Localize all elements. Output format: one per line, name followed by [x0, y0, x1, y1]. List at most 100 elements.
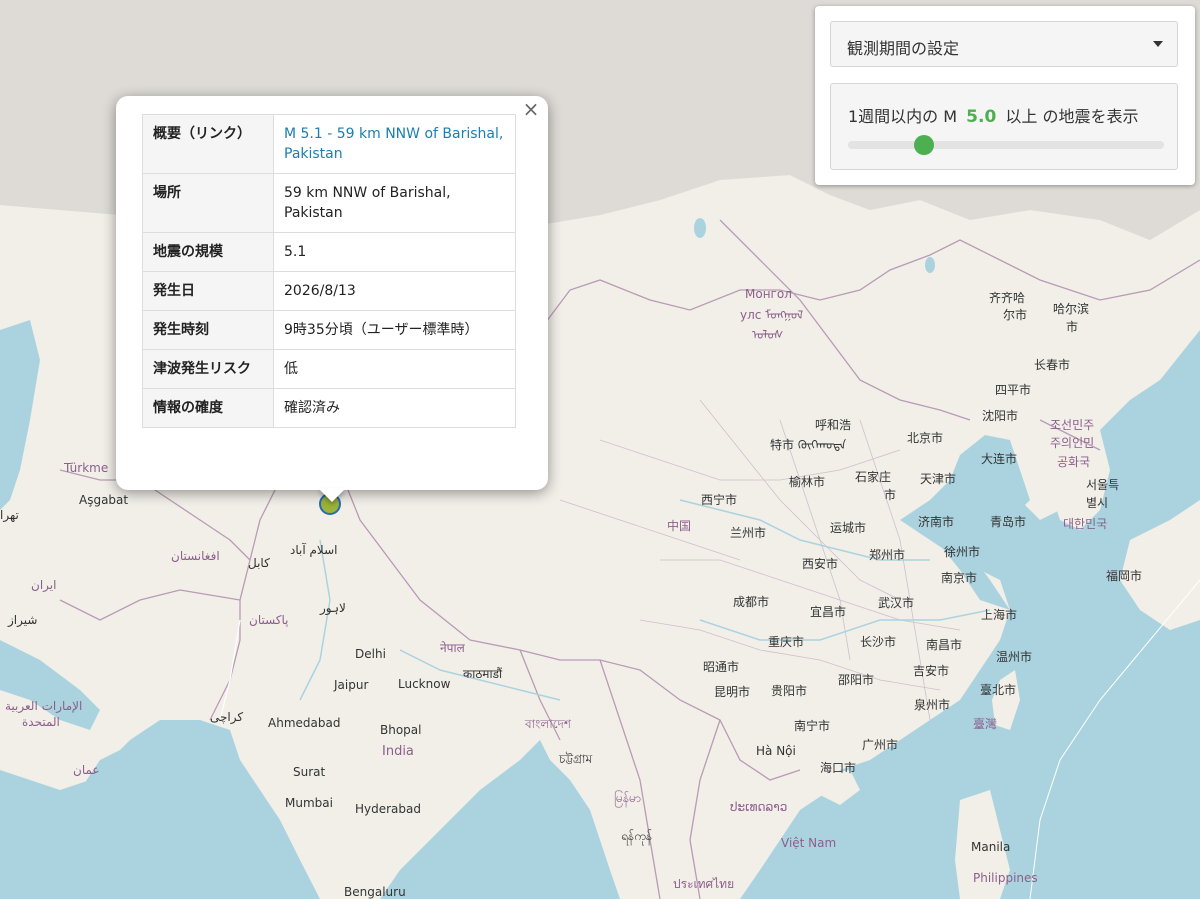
label-changchun: 长春市	[1034, 358, 1071, 372]
label-guiyang: 贵阳市	[771, 684, 808, 698]
label-bengaluru: Bengaluru	[344, 885, 406, 899]
label-mumbai: Mumbai	[285, 796, 333, 810]
label-mongolia: Монгол	[745, 287, 792, 301]
info-key: 概要（リンク）	[142, 114, 274, 174]
label-korea: 대한민국	[1063, 517, 1108, 531]
label-india: India	[382, 744, 414, 759]
label-hohhot: 呼和浩	[815, 418, 852, 432]
label-chittagong: চট্টগ্রাম	[559, 752, 593, 766]
label-shiraz: شیراز	[8, 613, 38, 627]
label-nanjing: 南京市	[941, 571, 978, 585]
label-hyderabad: Hyderabad	[355, 802, 421, 816]
label-lahore: لاہور	[320, 601, 346, 615]
info-row: 発生時刻 9時35分頃（ユーザー標準時）	[142, 310, 516, 350]
label-taipei: 臺北市	[980, 683, 1017, 697]
label-xining: 西宁市	[701, 493, 738, 507]
info-row: 概要（リンク） M 5.1 - 59 km NNW of Barishal, Pa…	[142, 114, 516, 174]
label-chongqing: 重庆市	[768, 635, 805, 649]
label-kathmandu: काठमाडौं	[463, 667, 503, 681]
label-siping: 四平市	[995, 383, 1032, 397]
info-key: 津波発生リスク	[142, 349, 274, 389]
label-nk-2: 주의인민	[1050, 436, 1095, 450]
label-delhi: Delhi	[355, 647, 386, 661]
label-qingdao: 青岛市	[990, 515, 1027, 529]
label-chengdu: 成都市	[733, 595, 770, 609]
label-mongolia-3: ᠤᠯᠤᠰ	[752, 328, 784, 342]
info-value: 2026/8/13	[273, 271, 516, 311]
label-turkmenistan: Türkme	[64, 461, 109, 475]
label-ahmedabad: Ahmedabad	[268, 716, 341, 730]
label-qiqihar-2: 尔市	[1003, 308, 1028, 322]
label-zhengzhou: 郑州市	[869, 548, 906, 562]
label-nk-1: 조선민주	[1050, 418, 1095, 432]
label-shanghai: 上海市	[981, 608, 1018, 622]
label-quanzhou: 泉州市	[914, 698, 951, 712]
label-manila: Manila	[971, 840, 1011, 854]
label-nanchang: 南昌市	[926, 638, 963, 652]
label-dalian: 大连市	[981, 452, 1018, 466]
info-value: 5.1	[273, 232, 516, 272]
label-oman: عمان	[73, 763, 100, 777]
label-mongolia-2: улс ᠮᠣᠩᠭᠣᠯ	[740, 308, 804, 322]
info-value: 確認済み	[273, 388, 516, 428]
earthquake-info-table: 概要（リンク） M 5.1 - 59 km NNW of Barishal, Pa…	[142, 114, 516, 428]
label-guangzhou: 广州市	[862, 738, 899, 752]
info-row: 発生日 2026/8/13	[142, 271, 516, 311]
label-laos: ປະເທດລາວ	[730, 800, 788, 814]
info-value: M 5.1 - 59 km NNW of Barishal, Pakistan	[273, 114, 516, 174]
label-lanzhou: 兰州市	[730, 526, 767, 540]
label-bhopal: Bhopal	[380, 723, 422, 737]
caret-down-icon	[1153, 41, 1163, 47]
info-key: 情報の確度	[142, 388, 274, 428]
magnitude-filter-text: 1週間以内の M 5.0 以上 の地震を表示	[848, 103, 1138, 127]
info-key: 地震の規模	[142, 232, 274, 272]
period-dropdown-label: 観測期間の設定	[847, 39, 960, 58]
label-shenyang: 沈阳市	[982, 409, 1019, 423]
label-uae-2: المتحدة	[22, 715, 60, 729]
label-kabul: کابل	[248, 556, 270, 570]
label-nanning: 南宁市	[794, 719, 831, 733]
period-dropdown[interactable]: 観測期間の設定	[830, 21, 1178, 67]
label-bangladesh: বাংলাদেশ	[525, 717, 571, 731]
label-afghanistan: افغانستان	[171, 549, 220, 563]
label-thailand: ประเทศไทย	[673, 877, 735, 891]
magnitude-prefix: 1週間以内の M	[848, 107, 958, 126]
control-panel: 観測期間の設定 1週間以内の M 5.0 以上 の地震を表示	[815, 6, 1195, 185]
label-nepal: नेपाल	[440, 641, 465, 655]
label-uae-1: الإمارات العربية	[5, 699, 83, 713]
magnitude-value: 5.0	[966, 107, 997, 127]
magnitude-filter: 1週間以内の M 5.0 以上 の地震を表示	[830, 83, 1178, 170]
magnitude-suffix: 以上 の地震を表示	[1005, 107, 1139, 126]
label-tehran: تهرا	[0, 508, 19, 522]
info-value: 9時35分頃（ユーザー標準時）	[273, 310, 516, 350]
summary-link[interactable]: M 5.1 - 59 km NNW of Barishal, Pakistan	[284, 126, 503, 162]
close-icon[interactable]: ×	[522, 99, 540, 119]
magnitude-slider-track[interactable]	[848, 141, 1164, 149]
label-wenzhou: 温州市	[996, 650, 1033, 664]
label-shijiazhuang-2: 市	[884, 488, 897, 502]
popup-tip	[318, 488, 346, 502]
label-yichang: 宜昌市	[810, 605, 847, 619]
earthquake-popup: × 概要（リンク） M 5.1 - 59 km NNW of Barishal, …	[116, 96, 548, 490]
label-hanoi: Hà Nội	[756, 744, 796, 758]
label-seoul-1: 서울특	[1086, 478, 1120, 492]
label-iran: ایران	[31, 578, 57, 592]
info-row: 場所 59 km NNW of Barishal, Pakistan	[142, 173, 516, 233]
label-haikou: 海口市	[820, 761, 857, 775]
info-value: 低	[273, 349, 516, 389]
label-lucknow: Lucknow	[398, 677, 451, 691]
info-key: 場所	[142, 173, 274, 233]
label-jian: 吉安市	[913, 664, 950, 678]
label-philippines: Philippines	[973, 871, 1038, 885]
info-row: 津波発生リスク低	[142, 349, 516, 389]
label-yuncheng: 运城市	[830, 521, 867, 535]
info-row: 地震の規模 5.1	[142, 232, 516, 272]
info-key: 発生日	[142, 271, 274, 311]
label-jinan: 济南市	[918, 515, 955, 529]
label-china: 中国	[667, 519, 692, 533]
label-taiwan: 臺灣	[973, 717, 998, 731]
info-row: 情報の確度 確認済み	[142, 388, 516, 428]
label-shijiazhuang: 石家庄	[855, 470, 892, 484]
info-key: 発生時刻	[142, 310, 274, 350]
magnitude-slider-handle[interactable]	[913, 135, 934, 155]
